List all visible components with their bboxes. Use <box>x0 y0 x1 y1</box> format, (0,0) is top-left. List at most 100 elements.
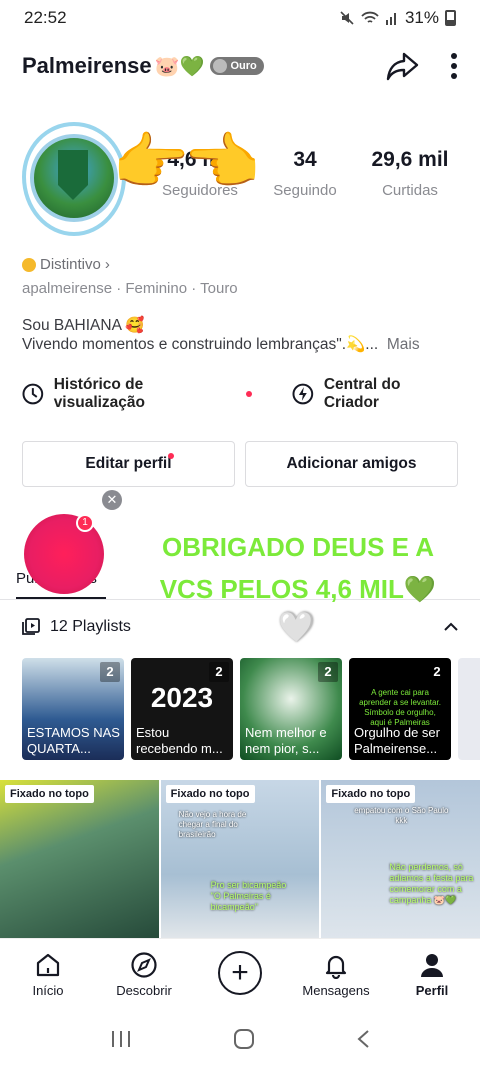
nav-messages[interactable]: Mensagens <box>296 951 376 998</box>
bell-icon <box>325 955 347 979</box>
active-tab-indicator <box>16 597 106 599</box>
add-friends-label: Adicionar amigos <box>286 455 417 472</box>
nav-home[interactable]: Início <box>8 951 88 998</box>
distintivo-link[interactable]: Distintivo › <box>22 256 110 273</box>
playlists-title-group: 12 Playlists <box>22 618 131 636</box>
username-text: Palmeirense <box>22 53 152 78</box>
clock-icon <box>22 383 44 405</box>
pinned-video[interactable]: Fixado no topo <box>0 780 159 938</box>
likes-count: 29,6 mil <box>371 148 449 171</box>
video-green-caption: Não perdemos, só adiamos a festa para co… <box>389 862 474 905</box>
playlist-title: Orgulho de ser Palmeirense... <box>354 725 440 756</box>
nav-create[interactable]: + <box>200 951 280 995</box>
playlist-cover-text: 2023 <box>150 682 214 713</box>
bio-line-1: Sou BAHIANA 🥰 <box>22 317 145 334</box>
pinned-video[interactable]: Fixado no topo empatou com o São Paulo k… <box>321 780 480 938</box>
bio-line-2: Vivendo momentos e construindo lembrança… <box>22 336 379 353</box>
nav-home-label: Início <box>32 983 64 998</box>
edit-profile-label: Editar perfil <box>85 455 172 472</box>
pointing-hands-sticker: 👉👈 <box>112 128 260 197</box>
back-icon[interactable] <box>356 1029 370 1049</box>
lightning-icon <box>292 383 314 405</box>
following-label: Seguindo <box>273 182 337 199</box>
profile-shortcuts: Histórico de visualização Central do Cri… <box>22 376 458 412</box>
playlist-card-partial[interactable] <box>458 658 480 760</box>
mute-icon <box>340 11 354 25</box>
playlist-card[interactable]: 2 ESTAMOS NAS QUARTA... <box>22 658 124 760</box>
home-button-icon[interactable] <box>233 1028 255 1050</box>
overlay-thanks-text: OBRIGADO DEUS E A VCS PELOS 4,6 MIL💚 <box>159 532 437 604</box>
badge-icon <box>213 59 228 73</box>
pinned-tag: Fixado no topo <box>326 785 416 803</box>
playlist-title: Estou recebendo m... <box>136 725 223 756</box>
distintivo-label: Distintivo <box>40 256 101 273</box>
edit-profile-dot <box>168 453 174 459</box>
playlist-cover-text: A gente cai para aprender a se levantar.… <box>359 688 441 727</box>
playlist-count: 2 <box>100 662 120 682</box>
profile-meta: apalmeirense · Feminino · Touro <box>22 280 238 297</box>
stat-likes[interactable]: 29,6 mil Curtidas <box>360 148 460 199</box>
add-friends-button[interactable]: Adicionar amigos <box>245 441 458 487</box>
playlists-header[interactable]: 12 Playlists <box>22 612 458 642</box>
chevron-right-icon: › <box>104 256 110 273</box>
playlist-count: 2 <box>427 662 447 682</box>
share-icon[interactable] <box>386 51 420 81</box>
nav-messages-label: Mensagens <box>302 983 370 998</box>
history-shortcut[interactable]: Histórico de visualização <box>22 376 253 412</box>
playlist-carousel: 2 ESTAMOS NAS QUARTA... 2023 2 Estou rec… <box>22 658 480 760</box>
profile-bio: Sou BAHIANA 🥰 Vivendo momentos e constru… <box>22 316 458 354</box>
profile-avatar[interactable] <box>22 122 126 236</box>
compass-icon <box>131 952 157 978</box>
playlist-card[interactable]: 2 Nem melhor e nem pior, s... <box>240 658 342 760</box>
bottom-navigation: Início Descobrir + Mensagens Perfil <box>0 938 480 1012</box>
pinned-tag: Fixado no topo <box>165 785 255 803</box>
plus-icon: + <box>218 951 262 995</box>
playlists-count-label: 12 Playlists <box>50 618 131 635</box>
distintivo-icon <box>22 257 36 272</box>
pinned-videos-row: Fixado no topo Fixado no topo Não vejo a… <box>0 780 480 938</box>
playlist-count: 2 <box>209 662 229 682</box>
person-icon <box>421 954 443 977</box>
edit-profile-button[interactable]: Editar perfil <box>22 441 235 487</box>
nav-discover[interactable]: Descobrir <box>104 951 184 998</box>
chevron-up-icon[interactable] <box>444 622 458 632</box>
nav-profile[interactable]: Perfil <box>392 951 472 998</box>
creator-center-shortcut[interactable]: Central do Criador <box>292 376 458 412</box>
video-green-caption: Pro ser bicampeão "O Palmeiras é bicampe… <box>210 880 287 912</box>
username-emojis: 🐷💚 <box>154 55 205 78</box>
profile-topbar: Palmeirense 🐷💚 Ouro <box>22 44 458 88</box>
avatar-frame <box>22 122 126 236</box>
playlist-card[interactable]: 2023 2 Estou recebendo m... <box>131 658 233 760</box>
nav-discover-label: Descobrir <box>116 983 172 998</box>
following-count: 34 <box>293 148 317 171</box>
topbar-actions <box>386 51 458 81</box>
playlist-title: ESTAMOS NAS QUARTA... <box>27 725 120 756</box>
pinned-tag: Fixado no topo <box>5 785 94 803</box>
playlist-count: 2 <box>318 662 338 682</box>
likes-label: Curtidas <box>382 182 438 199</box>
badge-label: Ouro <box>230 60 257 72</box>
video-caption: empatou com o São Paulo kkk <box>354 806 449 825</box>
home-icon <box>36 953 60 977</box>
nav-profile-label: Perfil <box>415 983 449 998</box>
pinned-video[interactable]: Fixado no topo Não vejo a hora de chegar… <box>160 780 320 938</box>
history-label: Histórico de visualização <box>53 376 146 411</box>
playlist-title: Nem melhor e nem pior, s... <box>245 725 327 756</box>
ouro-badge[interactable]: Ouro <box>210 57 264 75</box>
video-caption: Não vejo a hora de chegar a final do bra… <box>178 810 247 839</box>
recent-apps-icon[interactable] <box>110 1029 132 1049</box>
status-icons: 31% <box>339 8 456 28</box>
status-bar: 22:52 31% <box>0 0 480 36</box>
battery-percent: 31% <box>404 8 439 27</box>
white-heart-emoji: 🤍 <box>278 611 316 644</box>
live-count-badge: 1 <box>76 514 94 532</box>
profile-action-buttons: Editar perfil Adicionar amigos <box>22 441 458 487</box>
playlist-card[interactable]: A gente cai para aprender a se levantar.… <box>349 658 451 760</box>
bio-more-link[interactable]: Mais <box>387 336 420 353</box>
battery-icon <box>445 10 456 26</box>
close-live-icon[interactable]: ✕ <box>102 490 122 510</box>
wifi-icon <box>361 11 379 23</box>
stat-following[interactable]: 34 Seguindo <box>255 148 355 199</box>
more-options-icon[interactable] <box>450 52 458 80</box>
system-navigation <box>0 1012 480 1066</box>
